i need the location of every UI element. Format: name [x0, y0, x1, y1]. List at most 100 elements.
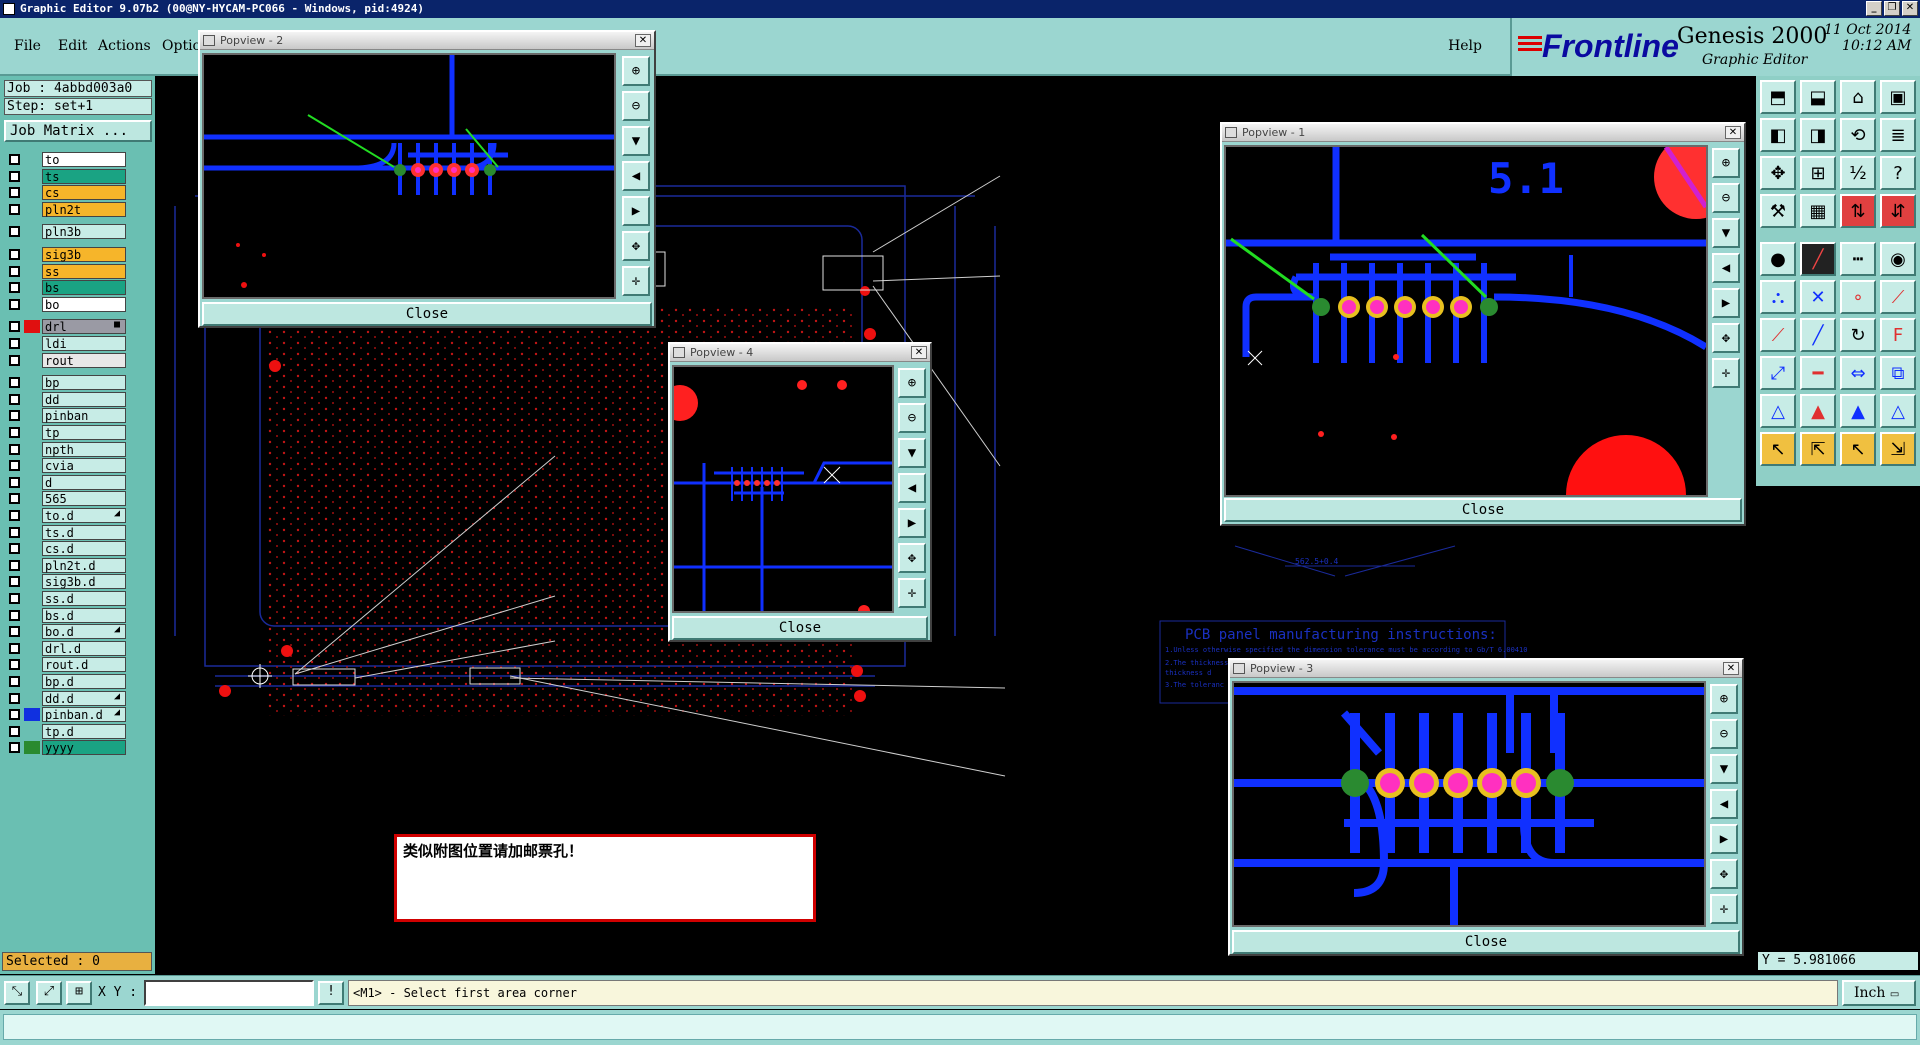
- zoom-in-icon[interactable]: ⊕: [898, 368, 926, 398]
- layer-row-pinban[interactable]: pinban: [4, 408, 154, 424]
- layer-checkbox[interactable]: [9, 642, 20, 654]
- select-area-icon[interactable]: ⇱: [1800, 432, 1836, 466]
- snap-left-icon[interactable]: ◧: [1760, 118, 1796, 152]
- pad-icon[interactable]: ●: [1760, 242, 1796, 276]
- layer-checkbox[interactable]: [9, 154, 20, 165]
- triangle-icon[interactable]: △: [1760, 394, 1796, 428]
- pan-down-icon[interactable]: ▼: [898, 438, 926, 468]
- view-bottom-icon[interactable]: ⬓: [1800, 80, 1836, 114]
- popview-4-close-icon[interactable]: ✕: [911, 346, 927, 359]
- popview-4[interactable]: Popview - 4 ✕ ⊕ ⊖ ▼ ◀ ▶ ✥ ✛ Close: [662, 342, 932, 642]
- pan-down-icon[interactable]: ▼: [622, 126, 650, 156]
- layer-checkbox[interactable]: [9, 249, 20, 260]
- popview-2-titlebar[interactable]: Popview - 2 ✕: [200, 32, 654, 50]
- layer-checkbox[interactable]: [9, 676, 20, 687]
- pan-left-icon[interactable]: ◀: [898, 473, 926, 503]
- triangle-fill-icon[interactable]: ▲: [1840, 394, 1876, 428]
- layer-checkbox[interactable]: [9, 393, 20, 405]
- layer-row-to.d[interactable]: to.d ◢: [4, 508, 154, 523]
- layer-row-bo.d[interactable]: bo.d ◢: [4, 624, 154, 640]
- layer-row-dd.d[interactable]: dd.d ◢: [4, 690, 154, 706]
- close-window-button[interactable]: ✕: [1902, 1, 1918, 16]
- layer-row-bp.d[interactable]: bp.d: [4, 674, 154, 689]
- job-matrix-button[interactable]: Job Matrix ...: [4, 120, 152, 142]
- menu-options[interactable]: Optio: [162, 38, 201, 54]
- zoom-out-icon[interactable]: ⊖: [622, 91, 650, 121]
- grid-icon[interactable]: ▦: [1800, 194, 1836, 228]
- draw-segment-icon[interactable]: ╱: [1800, 318, 1836, 352]
- layer-row-tp[interactable]: tp: [4, 425, 154, 440]
- layer-row-sig3b[interactable]: sig3b: [4, 247, 154, 262]
- measure-icon[interactable]: ⚒: [1760, 194, 1796, 228]
- layer-row-yyyy[interactable]: yyyy: [4, 740, 154, 756]
- layer-checkbox[interactable]: [9, 626, 20, 638]
- zoom-out-icon[interactable]: ⊖: [898, 403, 926, 433]
- layer-checkbox[interactable]: [9, 576, 20, 588]
- layer-checkbox[interactable]: [9, 187, 20, 199]
- layer-row-565[interactable]: 565: [4, 491, 154, 507]
- expand-icon[interactable]: ✥: [1760, 156, 1796, 190]
- pan-left-icon[interactable]: ◀: [1712, 253, 1740, 283]
- layer-row-rout[interactable]: rout: [4, 352, 154, 368]
- layer-row-d[interactable]: d: [4, 474, 154, 490]
- pan-down-icon[interactable]: ▼: [1712, 218, 1740, 248]
- popview-1-close-icon[interactable]: ✕: [1725, 126, 1741, 139]
- center-icon[interactable]: ✛: [1710, 894, 1738, 924]
- popview-2-view[interactable]: [202, 53, 616, 299]
- fit-icon[interactable]: ✥: [622, 231, 650, 261]
- popview-3[interactable]: Popview - 3 ✕ ⊕ ⊖ ▼ ◀ ▶ ✥ ✛ Close: [1228, 658, 1744, 956]
- popview-2[interactable]: Popview - 2 ✕ ⊕ ⊖ ▼ ◀ ▶ ✥ ✛ Close: [198, 30, 656, 328]
- select-multi-icon[interactable]: ⇲: [1880, 432, 1916, 466]
- layer-row-drl.d[interactable]: drl.d: [4, 640, 154, 656]
- popview-3-close-icon[interactable]: ✕: [1723, 662, 1739, 675]
- popview-2-close-icon[interactable]: ✕: [635, 34, 651, 47]
- layer-row-dd[interactable]: dd: [4, 391, 154, 407]
- xy-input[interactable]: [144, 980, 314, 1006]
- fit-screen-icon[interactable]: ⊞: [1800, 156, 1836, 190]
- triangle-line-icon[interactable]: △: [1880, 394, 1916, 428]
- center-icon[interactable]: ✛: [1712, 358, 1740, 388]
- layer-row-ts[interactable]: ts: [4, 168, 154, 184]
- layer-row-pinban.d[interactable]: pinban.d ◢: [4, 707, 154, 723]
- pan-right-icon[interactable]: ▶: [622, 196, 650, 226]
- layer-row-bs[interactable]: bs: [4, 280, 154, 296]
- popview-4-close-button[interactable]: Close: [672, 616, 928, 640]
- popview-4-titlebar[interactable]: Popview - 4 ✕: [670, 344, 930, 362]
- node-line-icon[interactable]: ⟋: [1880, 280, 1916, 314]
- menu-edit[interactable]: Edit: [58, 38, 87, 54]
- layer-checkbox[interactable]: [9, 476, 20, 488]
- layer-row-pln2t.d[interactable]: pln2t.d: [4, 557, 154, 573]
- layer-row-tp.d[interactable]: tp.d: [4, 723, 154, 739]
- step-icon[interactable]: ≣: [1880, 118, 1916, 152]
- menu-actions[interactable]: Actions: [98, 38, 151, 54]
- layer-checkbox[interactable]: [9, 609, 20, 621]
- layer-row-pln3b[interactable]: pln3b: [4, 224, 154, 240]
- pan-right-icon[interactable]: ▶: [1710, 824, 1738, 854]
- dashed-line-icon[interactable]: ┅: [1840, 242, 1876, 276]
- minus-icon[interactable]: ━: [1800, 356, 1836, 390]
- layer-row-rout.d[interactable]: rout.d: [4, 657, 154, 673]
- layer-checkbox[interactable]: [9, 460, 20, 472]
- layer-row-bs.d[interactable]: bs.d: [4, 607, 154, 623]
- text-icon[interactable]: F: [1880, 318, 1916, 352]
- layer-row-bo[interactable]: bo: [4, 296, 154, 312]
- move-icon[interactable]: ⤢: [1760, 356, 1796, 390]
- layer-row-bp[interactable]: bp: [4, 375, 154, 391]
- pan-down-icon[interactable]: ▼: [1710, 754, 1738, 784]
- filter-icon[interactable]: ⇅: [1840, 194, 1876, 228]
- layer-row-cs.d[interactable]: cs.d: [4, 541, 154, 557]
- layer-row-ts.d[interactable]: ts.d: [4, 524, 154, 540]
- layer-checkbox[interactable]: [9, 559, 20, 571]
- grid-icon[interactable]: ⊞: [66, 981, 92, 1005]
- pan-right-icon[interactable]: ▶: [898, 508, 926, 538]
- window-icon[interactable]: ▣: [1880, 80, 1916, 114]
- layer-checkbox[interactable]: [9, 226, 20, 238]
- zoom-area-icon[interactable]: ⤡: [4, 981, 30, 1005]
- node-icon[interactable]: ∘: [1840, 280, 1876, 314]
- popview-1[interactable]: Popview - 1 ✕ 5.1 ⊕ ⊖ ▼ ◀ ▶ ✥ ✛ Close: [1220, 122, 1746, 526]
- layer-checkbox[interactable]: [9, 692, 20, 704]
- layer-checkbox[interactable]: [9, 493, 20, 505]
- line-tool-icon[interactable]: ╱: [1800, 242, 1836, 276]
- view-home-icon[interactable]: ⬒: [1760, 80, 1796, 114]
- layer-checkbox[interactable]: [9, 443, 20, 455]
